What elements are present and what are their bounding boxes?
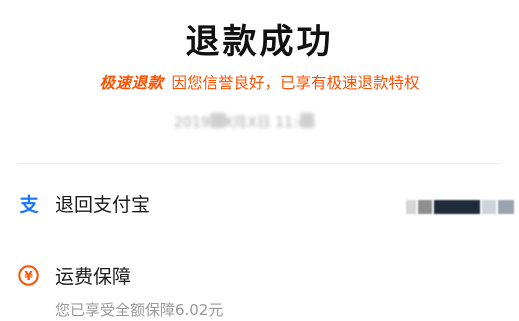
- fast-refund-notice-text: 因您信誉良好，已享有极速退款特权: [171, 74, 420, 92]
- refund-timestamp-redacted: 2019年X月X日 11:43: [170, 110, 350, 132]
- alipay-icon: 支: [18, 193, 40, 216]
- freight-insurance-row[interactable]: ¥ 运费保障: [18, 262, 501, 292]
- fast-refund-notice: 极速退款 因您信誉良好，已享有极速退款特权: [0, 71, 519, 93]
- svg-text:支: 支: [18, 194, 39, 215]
- refund-timestamp: 2019年X月X日 11:43: [174, 115, 316, 131]
- refund-destination-row[interactable]: 支 退回支付宝: [18, 190, 514, 220]
- page-title: 退款成功: [185, 22, 334, 62]
- fast-refund-badge: 极速退款: [99, 74, 164, 92]
- freight-insurance-detail: 您已享受全额保障6.02元: [55, 301, 224, 319]
- freight-insurance-icon: ¥: [18, 265, 39, 286]
- freight-insurance-label: 运费保障: [55, 266, 132, 288]
- refund-destination-label: 退回支付宝: [55, 194, 151, 216]
- alipay-account-redacted: [406, 200, 514, 214]
- svg-text:¥: ¥: [24, 269, 33, 283]
- refund-success-page: 退款成功 极速退款 因您信誉良好，已享有极速退款特权 2019年X月X日 11:4…: [0, 0, 519, 321]
- section-divider: [18, 163, 501, 164]
